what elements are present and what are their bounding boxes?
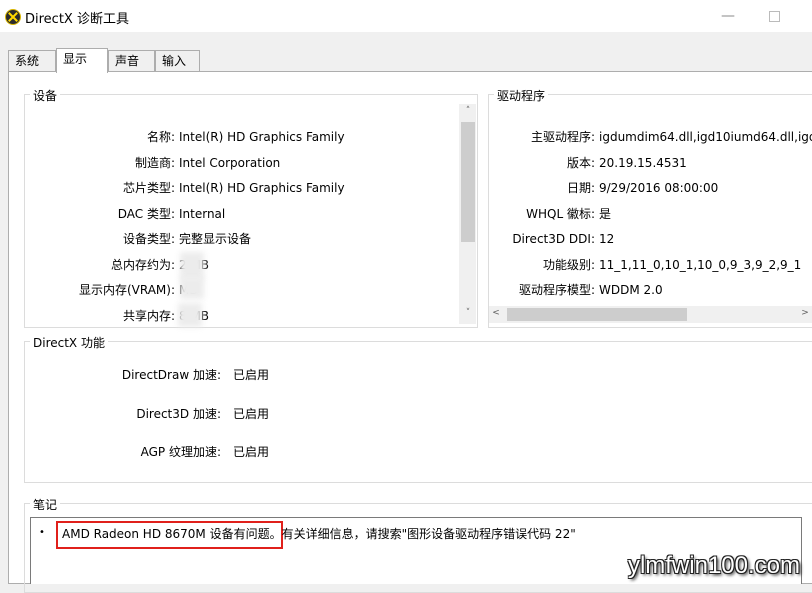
driver-field-value: 11_1,11_0,10_1,10_0,9_3,9_2,9_1 xyxy=(599,257,802,272)
directx-features-title: DirectX 功能 xyxy=(30,334,108,351)
device-field-label: 总内存约为: xyxy=(110,257,175,272)
feature-value: 已启用 xyxy=(233,445,270,459)
feature-label: AGP 纹理加速: xyxy=(140,445,221,459)
device-field-label: DAC 类型: xyxy=(117,206,175,221)
driver-field-value: 12 xyxy=(599,232,615,246)
driver-field-value: igdumdim64.dll,igd10iumd64.dll,igd1 xyxy=(599,130,812,144)
device-field-value: Intel(R) HD Graphics Family xyxy=(179,181,345,195)
device-field-label: 显示内存(VRAM): xyxy=(78,283,175,297)
device-scrollbar-thumb[interactable] xyxy=(461,122,475,242)
driver-group-title: 驱动程序 xyxy=(494,87,549,104)
driver-field-label: 功能级别: xyxy=(542,257,595,272)
driver-scrollbar-thumb[interactable] xyxy=(507,308,687,321)
redaction-blur xyxy=(178,303,202,327)
driver-field-label: Direct3D DDI: xyxy=(512,232,595,246)
driver-horizontal-scrollbar[interactable]: < > xyxy=(489,306,812,323)
minimize-button[interactable]: — xyxy=(718,6,738,26)
tab-system[interactable]: 系统 xyxy=(8,50,56,72)
driver-field-label: WHQL 徽标: xyxy=(526,206,595,221)
tab-sound[interactable]: 声音 xyxy=(108,50,155,72)
scroll-down-arrow-icon[interactable]: ˅ xyxy=(459,308,477,318)
device-field-label: 名称: xyxy=(146,130,175,144)
note-text: AMD Radeon HD 8670M 设备有问题。有关详细信息，请搜索"图形设… xyxy=(62,525,576,542)
driver-field-label: 日期: xyxy=(566,181,595,195)
device-field-value: Intel(R) HD Graphics Family xyxy=(179,130,345,144)
device-vertical-scrollbar[interactable]: ˄ ˅ xyxy=(459,104,476,324)
device-field-label: 芯片类型: xyxy=(122,181,175,195)
directx-app-icon xyxy=(5,9,21,25)
driver-field-value: WDDM 2.0 xyxy=(599,283,663,297)
device-field-label: 制造商: xyxy=(134,155,175,170)
title-bar: DirectX 诊断工具 — xyxy=(0,0,812,32)
window-title: DirectX 诊断工具 xyxy=(25,12,129,27)
maximize-icon xyxy=(768,10,780,22)
driver-field-label: 驱动程序模型: xyxy=(518,283,595,297)
tab-display[interactable]: 显示 xyxy=(56,48,108,73)
notes-title: 笔记 xyxy=(30,496,61,513)
device-field-value: Internal xyxy=(179,206,226,221)
device-field-value: 完整显示设备 xyxy=(179,232,252,246)
driver-field-value: 是 xyxy=(599,206,612,221)
scroll-right-arrow-icon[interactable]: > xyxy=(798,308,812,318)
feature-label: DirectDraw 加速: xyxy=(121,368,221,382)
redaction-blur xyxy=(180,252,204,280)
driver-field-value: 20.19.15.4531 xyxy=(599,155,687,170)
note-rest-text: 有关详细信息，请搜索"图形设备驱动程序错误代码 22" xyxy=(281,527,576,541)
device-field-value: Intel Corporation xyxy=(179,155,281,170)
driver-field-label: 版本: xyxy=(566,155,595,170)
site-watermark: ylmfwin100.com xyxy=(627,552,800,579)
feature-value: 已启用 xyxy=(233,406,270,421)
note-bullet: • xyxy=(39,527,45,538)
device-field-label: 设备类型: xyxy=(122,232,175,246)
redaction-blur xyxy=(180,277,204,299)
scroll-up-arrow-icon[interactable]: ˄ xyxy=(459,106,477,116)
feature-value: 已启用 xyxy=(233,368,270,382)
device-group-title: 设备 xyxy=(30,87,61,104)
driver-field-value: 9/29/2016 08:00:00 xyxy=(599,181,719,195)
maximize-button[interactable] xyxy=(764,6,784,26)
feature-label: Direct3D 加速: xyxy=(136,406,221,421)
note-highlighted-text: AMD Radeon HD 8670M 设备有问题。 xyxy=(62,527,282,541)
scroll-left-arrow-icon[interactable]: < xyxy=(489,308,503,318)
tab-input[interactable]: 输入 xyxy=(155,50,200,72)
driver-field-label: 主驱动程序: xyxy=(530,130,595,144)
device-field-label: 共享内存: xyxy=(122,308,175,323)
